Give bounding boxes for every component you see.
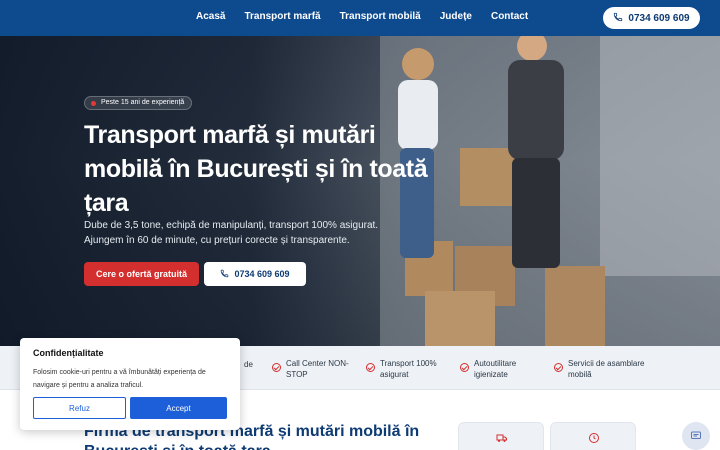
clock-icon — [589, 433, 599, 443]
hero-call-button[interactable]: 0734 609 609 — [204, 262, 306, 286]
nav-item-transport-marfa[interactable]: Transport marfă — [244, 11, 320, 22]
header-phone-number: 0734 609 609 — [628, 12, 690, 24]
header-phone-button[interactable]: 0734 609 609 — [603, 7, 700, 29]
hero-call-number: 0734 609 609 — [234, 269, 290, 279]
experience-badge-label: Peste 15 ani de experiență — [101, 99, 185, 106]
cookie-refuse-button[interactable]: Refuz — [33, 397, 126, 419]
truck-icon — [496, 434, 507, 442]
check-circle-icon — [272, 363, 281, 372]
feature-label: Transport 100% asigurat — [380, 359, 437, 379]
top-navbar: Acasă Transport marfă Transport mobilă J… — [0, 0, 720, 36]
experience-badge: Peste 15 ani de experiență — [84, 96, 193, 110]
nav-item-contact[interactable]: Contact — [491, 11, 528, 22]
red-dot-icon — [91, 101, 96, 106]
nav-item-acasa[interactable]: Acasă — [196, 11, 225, 22]
feature-item: Call Center NON-STOP — [272, 357, 352, 380]
feature-item: de — [244, 357, 262, 370]
cookie-text: Folosim cookie-uri pentru a vă îmbunătăț… — [33, 369, 206, 389]
feature-item: Servicii de asamblare mobilă — [554, 357, 648, 380]
feature-label: Servicii de asamblare mobilă — [568, 359, 645, 379]
cookie-consent-dialog: Confidențialitate Folosim cookie-uri pen… — [20, 338, 240, 430]
request-offer-button[interactable]: Cere o ofertă gratuită — [84, 262, 199, 286]
cookie-title: Confidențialitate — [33, 348, 104, 358]
feature-label: de — [244, 360, 253, 369]
feature-item: Transport 100% asigurat — [366, 357, 442, 380]
check-circle-icon — [366, 363, 375, 372]
service-card[interactable] — [550, 422, 636, 450]
nav-item-transport-mobila[interactable]: Transport mobilă — [340, 11, 421, 22]
nav-item-judete[interactable]: Județe — [440, 11, 472, 22]
chat-widget-button[interactable] — [682, 422, 710, 450]
phone-icon — [220, 269, 229, 280]
check-circle-icon — [460, 363, 469, 372]
phone-icon — [613, 12, 623, 25]
main-nav: Acasă Transport marfă Transport mobilă J… — [196, 11, 547, 22]
feature-label: Call Center NON-STOP — [286, 359, 349, 379]
feature-label: Autoutilitare igienizate — [474, 359, 517, 379]
chat-icon — [691, 431, 701, 439]
check-circle-icon — [554, 363, 563, 372]
hero-title: Transport marfă și mutări mobilă în Bucu… — [84, 121, 428, 217]
cookie-accept-button[interactable]: Accept — [130, 397, 227, 419]
service-card[interactable] — [458, 422, 544, 450]
hero-description: Dube de 3,5 tone, echipă de manipulanți,… — [84, 220, 379, 246]
hero-section: Peste 15 ani de experiență Transport mar… — [0, 36, 720, 346]
feature-item: Autoutilitare igienizate — [460, 357, 534, 380]
